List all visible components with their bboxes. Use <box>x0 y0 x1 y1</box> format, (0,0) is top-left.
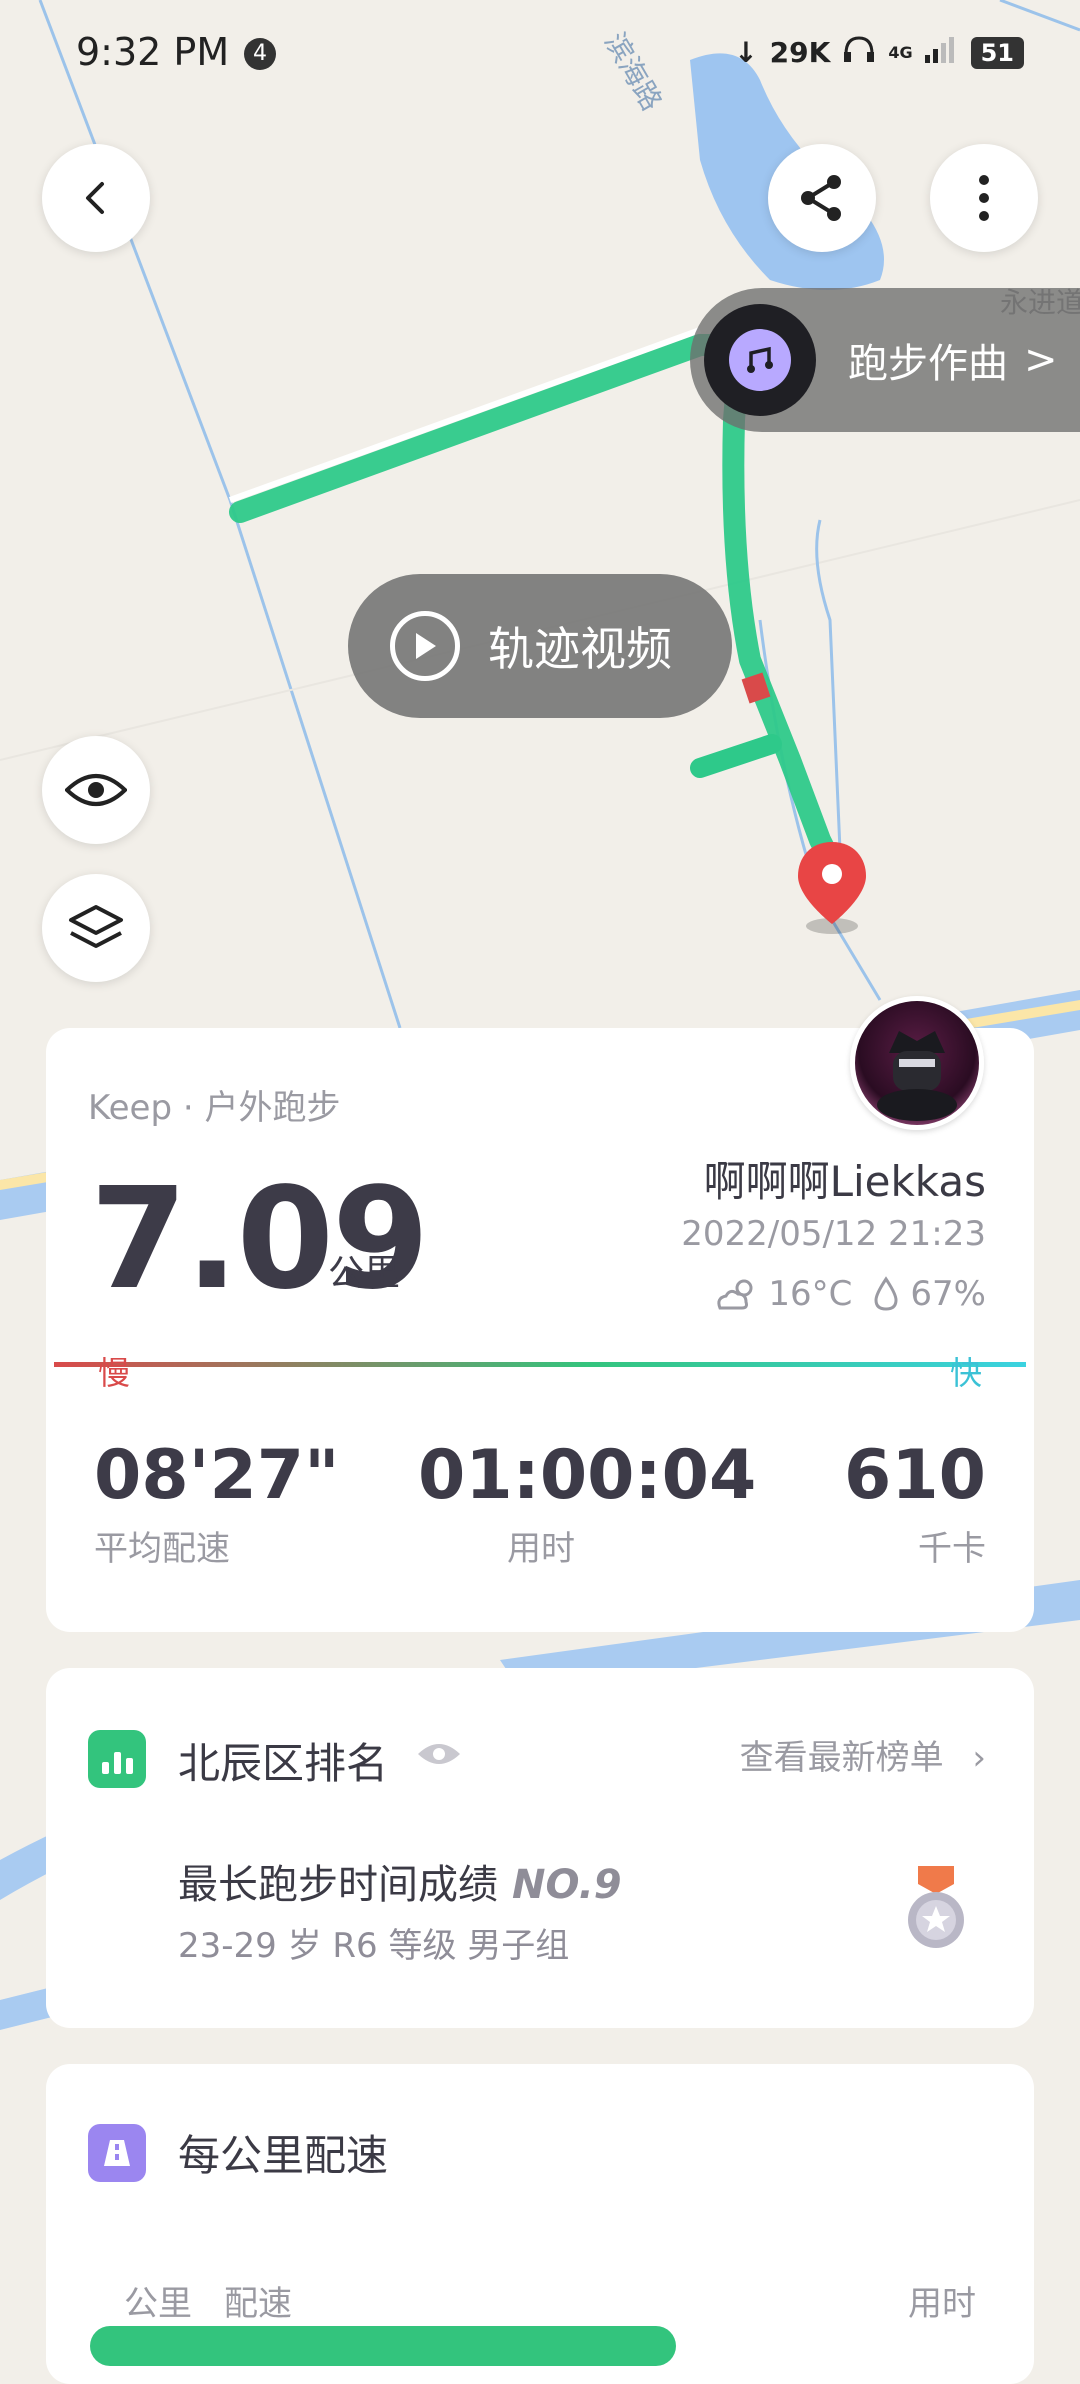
humidity-drop-icon <box>874 1276 898 1311</box>
map-layers-button[interactable] <box>42 874 150 982</box>
track-video-button[interactable]: 轨迹视频 <box>348 574 732 718</box>
avatar[interactable] <box>850 996 984 1130</box>
more-options-button[interactable] <box>930 144 1038 252</box>
column-km: 公里 <box>124 2284 192 2324</box>
stat-value: 08'27" <box>94 1436 340 1515</box>
eye-icon <box>65 774 127 806</box>
layers-icon <box>69 905 123 948</box>
activity-source: Keep · 户外跑步 <box>88 1088 341 1128</box>
notification-count-badge: 4 <box>244 38 276 70</box>
stat-avg-pace: 08'27" 平均配速 <box>94 1436 340 1570</box>
net-speed: 29K <box>769 36 831 69</box>
view-latest-leaderboard-link[interactable]: 查看最新榜单 › <box>740 1730 986 1779</box>
medal-icon <box>908 1866 964 1948</box>
stat-value: 610 <box>844 1436 986 1515</box>
view-latest-label: 查看最新榜单 <box>739 1738 944 1778</box>
chevron-right-icon: > <box>1024 337 1058 383</box>
bar-chart-icon <box>88 1730 146 1788</box>
slow-label: 慢 <box>98 1354 131 1392</box>
ranking-card[interactable]: 北辰区排名 查看最新榜单 › 最长跑步时间成绩 NO.9 23-29 岁 R6 等… <box>46 1668 1034 2028</box>
track-video-label: 轨迹视频 <box>488 622 672 676</box>
run-datetime: 2022/05/12 21:23 <box>681 1214 986 1254</box>
username[interactable]: 啊啊啊Liekkas <box>704 1148 986 1209</box>
temperature: 16°C <box>768 1274 853 1314</box>
weather-info: 16°C 67% <box>714 1274 986 1314</box>
signal-icon <box>924 35 959 70</box>
road-icon <box>88 2124 146 2182</box>
toggle-visibility-button[interactable] <box>42 736 150 844</box>
status-bar: 9:32 PM 4 ↓ 29K 4G 51 <box>0 0 1080 110</box>
run-compose-button[interactable]: 跑步作曲 > <box>690 288 1080 432</box>
headphones-icon <box>842 34 876 71</box>
music-note-icon <box>747 346 773 373</box>
column-time: 用时 <box>908 2284 976 2324</box>
download-arrow-icon: ↓ <box>734 36 758 69</box>
pace-section-title: 每公里配速 <box>178 2131 389 2180</box>
fast-label: 快 <box>949 1354 982 1392</box>
distance-value: 7.09 <box>90 1158 429 1321</box>
pace-bar <box>90 2326 676 2366</box>
ranking-title: 北辰区排名 <box>178 1739 389 1788</box>
eye-icon[interactable] <box>416 1740 462 1768</box>
back-button[interactable] <box>42 144 150 252</box>
network-type: 4G <box>888 43 913 62</box>
run-compose-label: 跑步作曲 <box>848 341 1008 387</box>
more-vertical-icon <box>979 175 989 221</box>
location-pin-icon <box>798 842 866 934</box>
status-time: 9:32 PM <box>76 30 230 74</box>
play-icon <box>390 611 460 681</box>
pace-per-km-card: 每公里配速 公里 配速 用时 <box>46 2064 1034 2384</box>
stat-value: 01:00:04 <box>418 1436 757 1515</box>
stat-calories: 610 千卡 <box>844 1436 986 1570</box>
battery-level: 51 <box>970 36 1024 69</box>
partly-cloudy-icon <box>717 1279 753 1310</box>
achievement-text: 最长跑步时间成绩 <box>178 1862 498 1908</box>
vinyl-disc-icon <box>704 304 816 416</box>
stat-label: 千卡 <box>918 1529 986 1569</box>
age-group: 23-29 岁 R6 等级 男子组 <box>178 1926 570 1966</box>
humidity: 67% <box>910 1274 986 1314</box>
avatar-image <box>877 1031 957 1121</box>
distance-unit: 公里 <box>328 1253 401 1294</box>
stat-label: 平均配速 <box>94 1529 230 1569</box>
share-icon <box>801 175 841 221</box>
stat-duration: 01:00:04 用时 <box>418 1436 757 1570</box>
chevron-right-icon: › <box>972 1738 986 1778</box>
column-pace: 配速 <box>224 2284 292 2324</box>
pace-gradient-bar <box>54 1362 1026 1367</box>
best-achievement: 最长跑步时间成绩 NO.9 <box>178 1852 622 1910</box>
stat-label: 用时 <box>507 1529 575 1569</box>
status-right-group: ↓ 29K 4G 51 <box>734 34 1024 71</box>
rank-number: NO.9 <box>512 1862 622 1908</box>
share-button[interactable] <box>768 144 876 252</box>
chevron-left-icon <box>86 182 104 214</box>
